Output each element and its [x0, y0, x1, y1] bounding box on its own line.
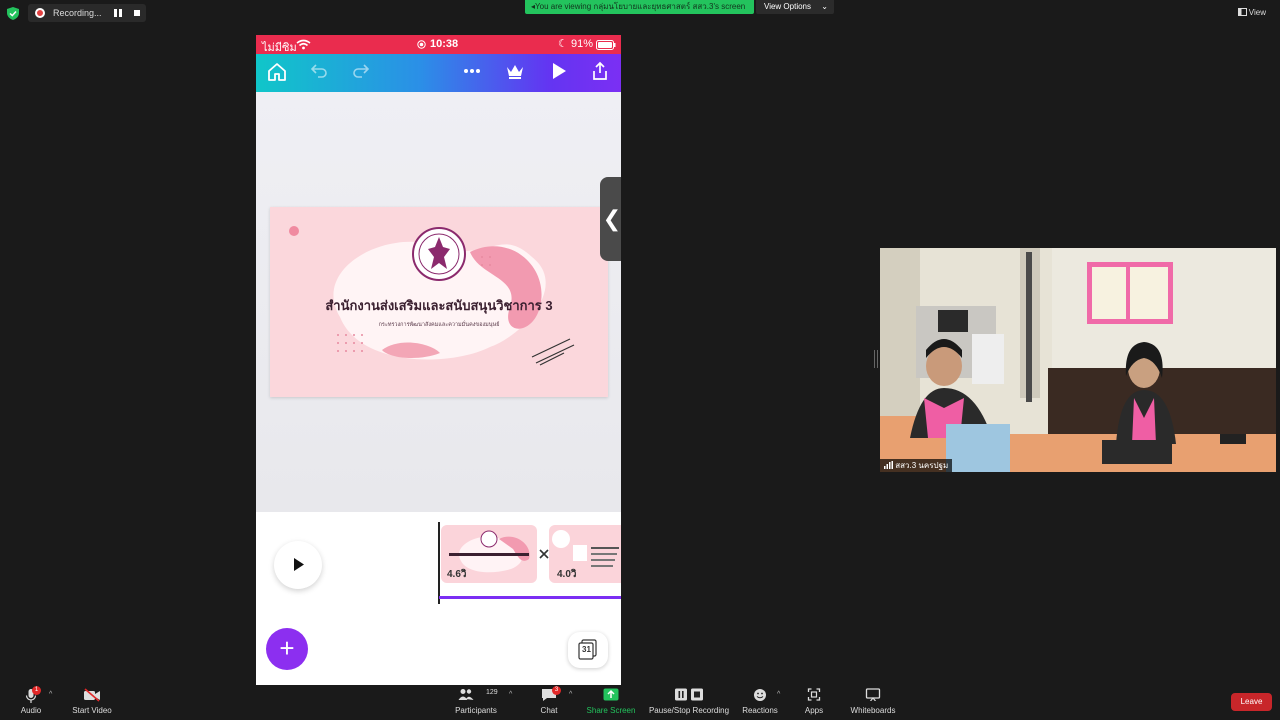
whiteboards-label: Whiteboards	[850, 706, 896, 715]
share-screen-button[interactable]: Share Screen	[585, 683, 637, 720]
thumbnail-duration: 4.0วิ	[557, 569, 577, 580]
timeline-play-button[interactable]	[274, 541, 322, 589]
apps-button[interactable]: Apps	[798, 683, 830, 720]
redo-icon[interactable]	[352, 63, 370, 79]
share-screen-icon	[603, 688, 619, 701]
participants-count: 129	[486, 689, 498, 696]
video-feed-image	[880, 248, 1276, 472]
pause-recording-icon[interactable]	[114, 9, 122, 17]
reactions-smiley-icon	[754, 689, 766, 701]
participants-button[interactable]: 129 Participants	[450, 683, 502, 720]
audio-label: Audio	[20, 706, 42, 715]
canva-top-toolbar	[256, 54, 621, 92]
pages-count: 31	[582, 645, 591, 654]
ministry-seal-logo	[412, 227, 466, 281]
slide-subtitle: กระทรวงการพัฒนาสังคมและความมั่นคงของมนุษ…	[378, 322, 500, 328]
collapse-side-tab[interactable]: ❮	[600, 177, 621, 261]
meeting-controls-bar: 1 Audio ^ Start Video 129 Participants ^…	[0, 683, 1280, 720]
play-icon	[294, 558, 304, 571]
pause-stop-recording-icon	[675, 688, 703, 701]
timeline-playhead[interactable]	[438, 522, 440, 604]
audio-badge: 1	[32, 686, 41, 695]
chevron-down-icon: ⌄	[821, 2, 828, 11]
viewing-share-banner: ◂You are viewing กลุ่มนโยบายและยุทธศาสตร…	[525, 0, 754, 14]
stop-recording-icon[interactable]	[134, 10, 140, 16]
security-shield-icon[interactable]	[7, 7, 19, 20]
pages-grid-button[interactable]: 31	[568, 632, 608, 668]
whiteboard-icon	[865, 688, 881, 701]
video-off-icon	[84, 688, 100, 702]
ios-status-bar: ไม่มีซิม 10:38 ☾ 91%	[256, 35, 621, 54]
pause-stop-recording-label: Pause/Stop Recording	[648, 706, 730, 715]
audio-options-caret-icon[interactable]: ^	[49, 691, 52, 698]
view-options-button[interactable]: View Options ⌄	[756, 0, 834, 14]
view-layout-icon	[1237, 8, 1247, 16]
chat-label: Chat	[540, 706, 558, 715]
audio-button[interactable]: 1 Audio	[14, 683, 48, 720]
reactions-button[interactable]: Reactions	[740, 683, 780, 720]
share-screen-label: Share Screen	[586, 706, 636, 715]
pause-stop-recording-button[interactable]: Pause/Stop Recording	[646, 683, 732, 720]
design-slide[interactable]: สำนักงานส่งเสริมและสนับสนุนวิชาการ 3 กระ…	[270, 207, 608, 397]
apps-label: Apps	[804, 706, 824, 715]
viewing-label: You are viewing กลุ่มนโยบายและยุทธศาสตร์…	[535, 2, 746, 11]
crown-icon[interactable]	[505, 62, 525, 80]
view-options-label: View Options	[764, 2, 811, 11]
wifi-icon	[296, 39, 311, 50]
view-button[interactable]: View	[1237, 8, 1266, 17]
reactions-label: Reactions	[742, 706, 778, 715]
view-label: View	[1248, 8, 1266, 17]
participant-name-tag: สสว.3 นครปฐม	[880, 459, 953, 472]
leave-meeting-button[interactable]: Leave	[1231, 693, 1272, 711]
participant-video[interactable]: สสว.3 นครปฐม	[880, 248, 1276, 472]
home-icon[interactable]	[267, 62, 287, 82]
transition-icon[interactable]	[539, 549, 549, 559]
start-video-button[interactable]: Start Video	[66, 683, 118, 720]
add-element-button[interactable]: +	[266, 628, 308, 670]
participants-options-caret-icon[interactable]: ^	[509, 691, 512, 698]
undo-icon[interactable]	[310, 63, 328, 79]
chat-badge: 3	[552, 686, 561, 695]
leave-label: Leave	[1240, 697, 1263, 706]
chat-options-caret-icon[interactable]: ^	[569, 691, 572, 698]
present-play-icon[interactable]	[551, 62, 567, 80]
chevron-left-icon: ❮	[602, 206, 621, 231]
battery-percent: 91%	[571, 38, 594, 50]
plus-icon: +	[279, 633, 295, 663]
chat-button[interactable]: 3 Chat	[532, 683, 566, 720]
recording-dot-icon	[35, 8, 45, 18]
panel-resize-handle[interactable]	[874, 350, 878, 368]
recording-label: Recording...	[53, 8, 102, 18]
whiteboards-button[interactable]: Whiteboards	[848, 683, 898, 720]
participants-icon	[458, 689, 474, 700]
participants-label: Participants	[455, 706, 497, 715]
shared-phone-screen: ไม่มีซิม 10:38 ☾ 91% สำนักงานส่งเสริมและ…	[256, 35, 621, 685]
meeting-top-bar: Recording... ◂You are viewing กลุ่มนโยบา…	[0, 0, 1280, 26]
status-time: 10:38	[430, 38, 459, 50]
participant-name: สสว.3 นครปฐม	[895, 461, 949, 470]
start-video-label: Start Video	[72, 706, 112, 715]
moon-icon: ☾	[558, 38, 568, 50]
slide-title: สำนักงานส่งเสริมและสนับสนุนวิชาการ 3	[325, 298, 553, 313]
timeline-progress-bar	[439, 596, 621, 599]
page-thumbnail-1[interactable]: 4.6วิ	[441, 525, 537, 583]
thumbnail-duration: 4.6วิ	[447, 569, 467, 580]
signal-bars-icon	[884, 461, 893, 469]
page-thumbnail-2[interactable]: 4.0วิ	[549, 525, 621, 583]
more-options-icon[interactable]	[463, 68, 481, 74]
battery-icon	[596, 40, 616, 50]
reactions-options-caret-icon[interactable]: ^	[777, 691, 780, 698]
share-upload-icon[interactable]	[591, 61, 609, 81]
screen-record-icon	[417, 40, 426, 49]
apps-icon	[807, 688, 821, 701]
